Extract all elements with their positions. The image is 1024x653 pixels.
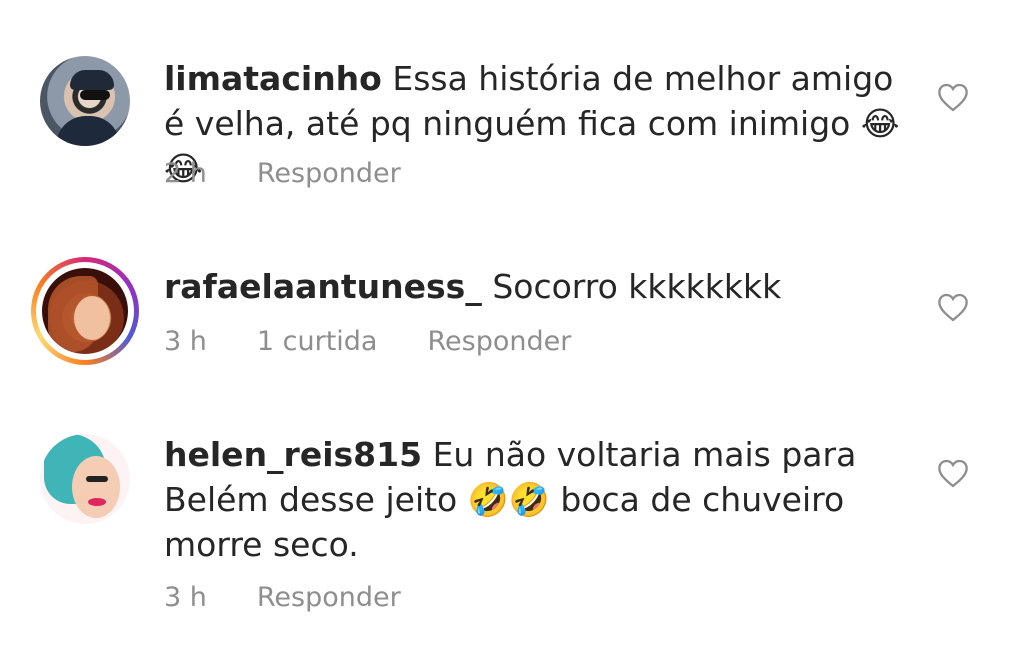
comment-meta: 3 h Responder [164,582,401,613]
comment-body: helen_reis815 Eu não voltaria mais para … [164,432,904,567]
avatar[interactable] [42,268,128,354]
reply-button[interactable]: Responder [427,326,571,357]
heart-icon[interactable] [936,292,970,322]
comment-text: Socorro kkkkkkkk [492,267,782,306]
comment-meta: 3 h 1 curtida Responder [164,326,571,357]
heart-icon[interactable] [936,82,970,112]
comment-time: 3 h [164,326,207,357]
reply-button[interactable]: Responder [257,582,401,613]
comment-meta: 2 h Responder [164,158,401,189]
avatar[interactable] [40,56,130,146]
heart-icon[interactable] [936,458,970,488]
avatar[interactable] [40,434,130,524]
comment-body: rafaelaantuness_ Socorro kkkkkkkk [164,264,904,309]
comment-likes[interactable]: 1 curtida [257,326,378,357]
comment-time: 3 h [164,582,207,613]
comment-username[interactable]: limatacinho [164,59,382,98]
reply-button[interactable]: Responder [257,158,401,189]
comment-username[interactable]: helen_reis815 [164,435,422,474]
comment-time: 2 h [164,158,207,189]
comment-username[interactable]: rafaelaantuness_ [164,267,482,306]
